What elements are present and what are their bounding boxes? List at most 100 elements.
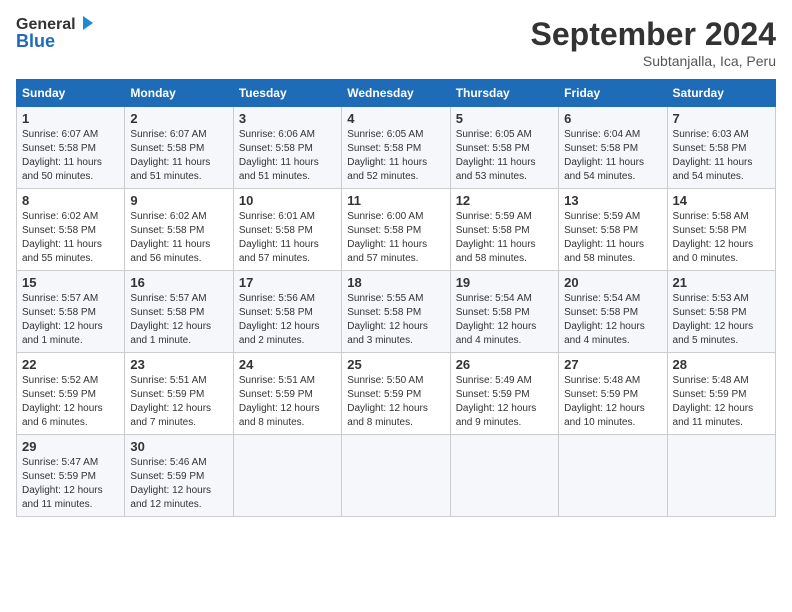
logo: General Blue bbox=[16, 16, 95, 51]
day-info: Sunrise: 6:05 AMSunset: 5:58 PMDaylight:… bbox=[347, 128, 444, 184]
calendar-cell: 13 Sunrise: 5:59 AMSunset: 5:58 PMDayligh… bbox=[559, 189, 667, 271]
day-number: 6 bbox=[564, 111, 661, 126]
calendar-cell: 30 Sunrise: 5:46 AMSunset: 5:59 PMDayligh… bbox=[125, 435, 233, 517]
day-number: 13 bbox=[564, 193, 661, 208]
calendar-week-1: 1Sunrise: 6:07 AMSunset: 5:58 PMDaylight… bbox=[17, 107, 776, 189]
day-info: Sunrise: 5:59 AMSunset: 5:58 PMDaylight:… bbox=[564, 210, 661, 266]
calendar-cell: 25 Sunrise: 5:50 AMSunset: 5:59 PMDayligh… bbox=[342, 353, 450, 435]
day-info: Sunrise: 5:47 AMSunset: 5:59 PMDaylight:… bbox=[22, 456, 119, 512]
day-info: Sunrise: 5:48 AMSunset: 5:59 PMDaylight:… bbox=[564, 374, 661, 430]
calendar-week-3: 15 Sunrise: 5:57 AMSunset: 5:58 PMDayligh… bbox=[17, 271, 776, 353]
day-number: 3 bbox=[239, 111, 336, 126]
day-header-monday: Monday bbox=[125, 80, 233, 107]
calendar-cell: 5 Sunrise: 6:05 AMSunset: 5:58 PMDaylight… bbox=[450, 107, 558, 189]
day-number: 5 bbox=[456, 111, 553, 126]
day-info: Sunrise: 5:48 AMSunset: 5:59 PMDaylight:… bbox=[673, 374, 770, 430]
day-number: 22 bbox=[22, 357, 119, 372]
day-info: Sunrise: 5:51 AMSunset: 5:59 PMDaylight:… bbox=[130, 374, 227, 430]
day-info: Sunrise: 5:53 AMSunset: 5:58 PMDaylight:… bbox=[673, 292, 770, 348]
day-number: 8 bbox=[22, 193, 119, 208]
logo-blue: Blue bbox=[16, 32, 95, 52]
day-info: Sunrise: 5:49 AMSunset: 5:59 PMDaylight:… bbox=[456, 374, 553, 430]
day-number: 2 bbox=[130, 111, 227, 126]
day-number: 24 bbox=[239, 357, 336, 372]
day-number: 15 bbox=[22, 275, 119, 290]
day-info: Sunrise: 6:02 AMSunset: 5:58 PMDaylight:… bbox=[130, 210, 227, 266]
calendar-cell: 14Sunrise: 5:58 AMSunset: 5:58 PMDayligh… bbox=[667, 189, 775, 271]
day-header-wednesday: Wednesday bbox=[342, 80, 450, 107]
day-header-saturday: Saturday bbox=[667, 80, 775, 107]
day-info: Sunrise: 6:00 AMSunset: 5:58 PMDaylight:… bbox=[347, 210, 444, 266]
calendar-cell: 19 Sunrise: 5:54 AMSunset: 5:58 PMDayligh… bbox=[450, 271, 558, 353]
day-header-thursday: Thursday bbox=[450, 80, 558, 107]
day-info: Sunrise: 6:07 AMSunset: 5:58 PMDaylight:… bbox=[130, 128, 227, 184]
calendar-table: SundayMondayTuesdayWednesdayThursdayFrid… bbox=[16, 79, 776, 517]
day-header-sunday: Sunday bbox=[17, 80, 125, 107]
page-header: General Blue September 2024 Subtanjalla,… bbox=[16, 16, 776, 69]
calendar-cell: 22 Sunrise: 5:52 AMSunset: 5:59 PMDayligh… bbox=[17, 353, 125, 435]
day-number: 18 bbox=[347, 275, 444, 290]
day-info: Sunrise: 5:56 AMSunset: 5:58 PMDaylight:… bbox=[239, 292, 336, 348]
calendar-cell: 2 Sunrise: 6:07 AMSunset: 5:58 PMDaylight… bbox=[125, 107, 233, 189]
calendar-cell: 16 Sunrise: 5:57 AMSunset: 5:58 PMDayligh… bbox=[125, 271, 233, 353]
calendar-cell: 3 Sunrise: 6:06 AMSunset: 5:58 PMDaylight… bbox=[233, 107, 341, 189]
day-info: Sunrise: 6:03 AMSunset: 5:58 PMDaylight:… bbox=[673, 128, 770, 184]
calendar-cell: 1Sunrise: 6:07 AMSunset: 5:58 PMDaylight… bbox=[17, 107, 125, 189]
day-info: Sunrise: 5:57 AMSunset: 5:58 PMDaylight:… bbox=[22, 292, 119, 348]
calendar-cell: 21 Sunrise: 5:53 AMSunset: 5:58 PMDayligh… bbox=[667, 271, 775, 353]
calendar-cell: 10Sunrise: 6:01 AMSunset: 5:58 PMDayligh… bbox=[233, 189, 341, 271]
day-number: 19 bbox=[456, 275, 553, 290]
day-info: Sunrise: 6:04 AMSunset: 5:58 PMDaylight:… bbox=[564, 128, 661, 184]
calendar-cell: 15 Sunrise: 5:57 AMSunset: 5:58 PMDayligh… bbox=[17, 271, 125, 353]
calendar-cell bbox=[342, 435, 450, 517]
calendar-cell: 11 Sunrise: 6:00 AMSunset: 5:58 PMDayligh… bbox=[342, 189, 450, 271]
day-number: 21 bbox=[673, 275, 770, 290]
day-number: 10 bbox=[239, 193, 336, 208]
calendar-cell: 28 Sunrise: 5:48 AMSunset: 5:59 PMDayligh… bbox=[667, 353, 775, 435]
day-info: Sunrise: 6:02 AMSunset: 5:58 PMDaylight:… bbox=[22, 210, 119, 266]
calendar-cell: 24 Sunrise: 5:51 AMSunset: 5:59 PMDayligh… bbox=[233, 353, 341, 435]
day-info: Sunrise: 5:46 AMSunset: 5:59 PMDaylight:… bbox=[130, 456, 227, 512]
location-subtitle: Subtanjalla, Ica, Peru bbox=[531, 53, 776, 69]
calendar-week-5: 29 Sunrise: 5:47 AMSunset: 5:59 PMDayligh… bbox=[17, 435, 776, 517]
day-number: 29 bbox=[22, 439, 119, 454]
calendar-cell bbox=[233, 435, 341, 517]
day-number: 27 bbox=[564, 357, 661, 372]
day-number: 16 bbox=[130, 275, 227, 290]
day-number: 4 bbox=[347, 111, 444, 126]
calendar-header-row: SundayMondayTuesdayWednesdayThursdayFrid… bbox=[17, 80, 776, 107]
day-info: Sunrise: 5:52 AMSunset: 5:59 PMDaylight:… bbox=[22, 374, 119, 430]
day-number: 30 bbox=[130, 439, 227, 454]
day-number: 14 bbox=[673, 193, 770, 208]
calendar-cell: 6 Sunrise: 6:04 AMSunset: 5:58 PMDaylight… bbox=[559, 107, 667, 189]
day-info: Sunrise: 5:51 AMSunset: 5:59 PMDaylight:… bbox=[239, 374, 336, 430]
day-number: 11 bbox=[347, 193, 444, 208]
calendar-cell bbox=[450, 435, 558, 517]
calendar-cell: 20Sunrise: 5:54 AMSunset: 5:58 PMDayligh… bbox=[559, 271, 667, 353]
day-number: 28 bbox=[673, 357, 770, 372]
calendar-cell: 27 Sunrise: 5:48 AMSunset: 5:59 PMDayligh… bbox=[559, 353, 667, 435]
calendar-cell: 8 Sunrise: 6:02 AMSunset: 5:58 PMDaylight… bbox=[17, 189, 125, 271]
day-number: 9 bbox=[130, 193, 227, 208]
calendar-cell bbox=[667, 435, 775, 517]
day-number: 26 bbox=[456, 357, 553, 372]
day-info: Sunrise: 6:06 AMSunset: 5:58 PMDaylight:… bbox=[239, 128, 336, 184]
day-info: Sunrise: 5:50 AMSunset: 5:59 PMDaylight:… bbox=[347, 374, 444, 430]
calendar-body: 1Sunrise: 6:07 AMSunset: 5:58 PMDaylight… bbox=[17, 107, 776, 517]
title-block: September 2024 Subtanjalla, Ica, Peru bbox=[531, 16, 776, 69]
day-number: 23 bbox=[130, 357, 227, 372]
calendar-cell: 17Sunrise: 5:56 AMSunset: 5:58 PMDayligh… bbox=[233, 271, 341, 353]
day-info: Sunrise: 5:54 AMSunset: 5:58 PMDaylight:… bbox=[564, 292, 661, 348]
calendar-cell: 18 Sunrise: 5:55 AMSunset: 5:58 PMDayligh… bbox=[342, 271, 450, 353]
day-info: Sunrise: 5:57 AMSunset: 5:58 PMDaylight:… bbox=[130, 292, 227, 348]
month-title: September 2024 bbox=[531, 16, 776, 53]
calendar-cell: 29 Sunrise: 5:47 AMSunset: 5:59 PMDayligh… bbox=[17, 435, 125, 517]
calendar-cell: 7Sunrise: 6:03 AMSunset: 5:58 PMDaylight… bbox=[667, 107, 775, 189]
day-number: 25 bbox=[347, 357, 444, 372]
calendar-cell: 23 Sunrise: 5:51 AMSunset: 5:59 PMDayligh… bbox=[125, 353, 233, 435]
calendar-cell: 4 Sunrise: 6:05 AMSunset: 5:58 PMDaylight… bbox=[342, 107, 450, 189]
day-info: Sunrise: 6:05 AMSunset: 5:58 PMDaylight:… bbox=[456, 128, 553, 184]
day-info: Sunrise: 5:54 AMSunset: 5:58 PMDaylight:… bbox=[456, 292, 553, 348]
day-info: Sunrise: 5:55 AMSunset: 5:58 PMDaylight:… bbox=[347, 292, 444, 348]
calendar-cell bbox=[559, 435, 667, 517]
